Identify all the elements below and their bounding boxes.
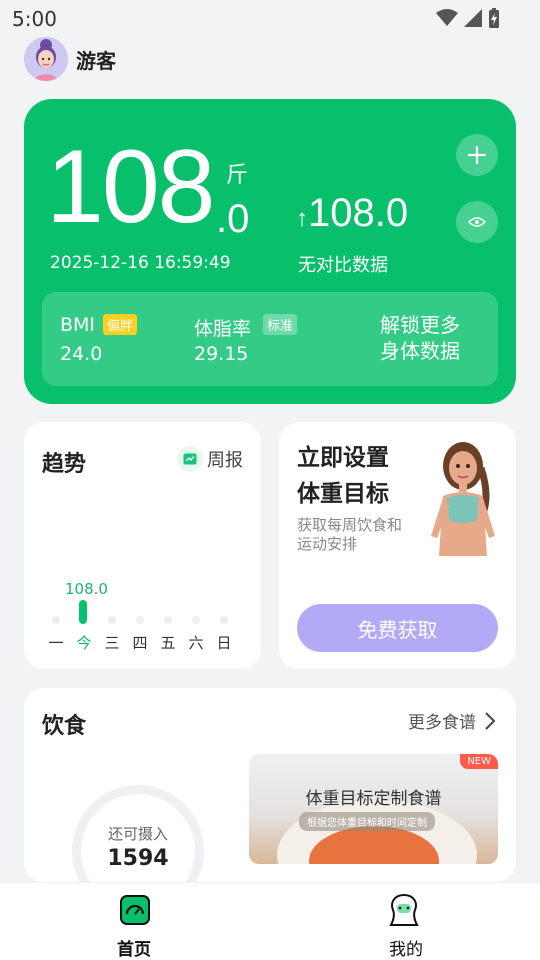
profile-face-icon	[389, 893, 419, 926]
diet-card[interactable]: 饮食 更多食谱 还可摄入 1594 NEW 体重目标定制食谱 根据您体重目标和时…	[24, 688, 516, 917]
user-name[interactable]: 游客	[76, 45, 116, 74]
trend-day-label[interactable]: 六	[188, 632, 204, 653]
body-fat-value: 29.15	[194, 343, 249, 365]
home-dashboard-icon	[120, 895, 150, 925]
unlock-line-2: 身体数据	[380, 339, 460, 363]
trend-day-dot	[136, 616, 144, 624]
weight-card[interactable]: 108 斤 .0 2025-12-16 16:59:49 ↑108.0 无对比数…	[24, 99, 516, 404]
remaining-calories-value: 1594	[107, 846, 169, 871]
custom-recipe-banner[interactable]: NEW 体重目标定制食谱 根据您体重目标和时间定制	[249, 754, 498, 864]
trend-title: 趋势	[42, 452, 87, 477]
bmi-label: BMI	[60, 314, 96, 336]
fitness-woman-illustration	[431, 442, 495, 556]
compare-value: ↑108.0	[296, 191, 408, 236]
wifi-icon	[436, 9, 458, 26]
weekly-report-label: 周报	[207, 450, 243, 471]
bmi-value: 24.0	[60, 343, 103, 365]
compare-number: 108.0	[308, 191, 409, 235]
new-badge: NEW	[460, 754, 498, 769]
unlock-line-1: 解锁更多	[380, 313, 460, 337]
trend-day-label[interactable]: 今	[76, 632, 92, 653]
trend-day-label[interactable]: 四	[132, 632, 148, 653]
goal-card[interactable]: 立即设置 体重目标 获取每周饮食和 运动安排 免费获取	[279, 422, 516, 669]
body-metrics[interactable]: BMI 偏胖 24.0 体脂率 标准 29.15 解锁更多 身体数据	[42, 292, 498, 386]
trend-day-label[interactable]: 一	[48, 632, 64, 653]
more-recipes-label: 更多食谱	[408, 713, 476, 733]
trend-card[interactable]: 趋势 周报 108.0 一今三四五六日	[24, 422, 261, 669]
plus-icon	[468, 146, 486, 164]
bmi-status-badge: 偏胖	[103, 314, 138, 335]
chart-icon	[177, 446, 203, 472]
avatar[interactable]	[24, 37, 68, 81]
battery-icon	[489, 8, 499, 28]
more-recipes-link[interactable]: 更多食谱	[408, 708, 496, 733]
goal-title: 立即设置 体重目标	[297, 440, 389, 512]
get-free-plan-button[interactable]: 免费获取	[297, 604, 498, 652]
body-fat-label: 体脂率	[194, 318, 252, 340]
goal-title-line-1: 立即设置	[297, 445, 389, 471]
goal-title-line-2: 体重目标	[297, 481, 389, 507]
recipe-subtitle: 根据您体重目标和时间定制	[299, 812, 435, 831]
trend-day-label[interactable]: 五	[160, 632, 176, 653]
nav-mine[interactable]: 我的	[370, 883, 440, 960]
bottom-nav: 首页 我的	[0, 883, 540, 960]
unlock-more-data-button[interactable]: 解锁更多 身体数据	[380, 312, 490, 364]
trend-active-bar	[79, 600, 87, 624]
trend-day-dot	[108, 616, 116, 624]
toggle-visibility-button[interactable]	[456, 201, 498, 243]
eye-icon	[468, 217, 486, 227]
arrow-up-icon: ↑	[296, 205, 308, 232]
goal-sub-line-1: 获取每周饮食和	[297, 516, 403, 534]
weight-decimal: .0	[216, 197, 250, 241]
weight-integer: 108	[46, 129, 216, 245]
compare-text: 无对比数据	[298, 255, 388, 276]
goal-sub-line-2: 运动安排	[297, 535, 358, 553]
weight-timestamp: 2025-12-16 16:59:49	[50, 253, 231, 273]
trend-day-label[interactable]: 三	[104, 632, 120, 653]
recipe-title: 体重目标定制食谱	[305, 789, 442, 809]
nav-home-label: 首页	[117, 940, 151, 960]
weight-unit: 斤	[226, 163, 249, 188]
diet-title: 饮食	[42, 714, 87, 739]
trend-value-label: 108.0	[65, 580, 108, 598]
status-time: 5:00	[12, 7, 57, 31]
nav-mine-label: 我的	[389, 940, 423, 960]
status-icons	[436, 8, 500, 28]
trend-day-label[interactable]: 日	[216, 632, 232, 653]
weekly-report-button[interactable]: 周报	[177, 446, 243, 472]
nav-home[interactable]: 首页	[100, 883, 170, 960]
trend-day-dot	[220, 616, 228, 624]
trend-day-dot	[52, 616, 60, 624]
remaining-calories-label: 还可摄入	[107, 825, 168, 843]
avatar-illustration	[24, 37, 68, 81]
user-header[interactable]: 游客	[24, 36, 116, 82]
body-fat-status-badge: 标准	[263, 314, 298, 335]
signal-icon	[464, 9, 482, 27]
goal-subtitle: 获取每周饮食和 运动安排	[297, 516, 417, 554]
status-bar: 5:00	[0, 0, 540, 36]
trend-day-dot	[164, 616, 172, 624]
add-weight-button[interactable]	[456, 134, 498, 176]
chevron-right-icon	[485, 711, 496, 730]
trend-day-dot	[192, 616, 200, 624]
